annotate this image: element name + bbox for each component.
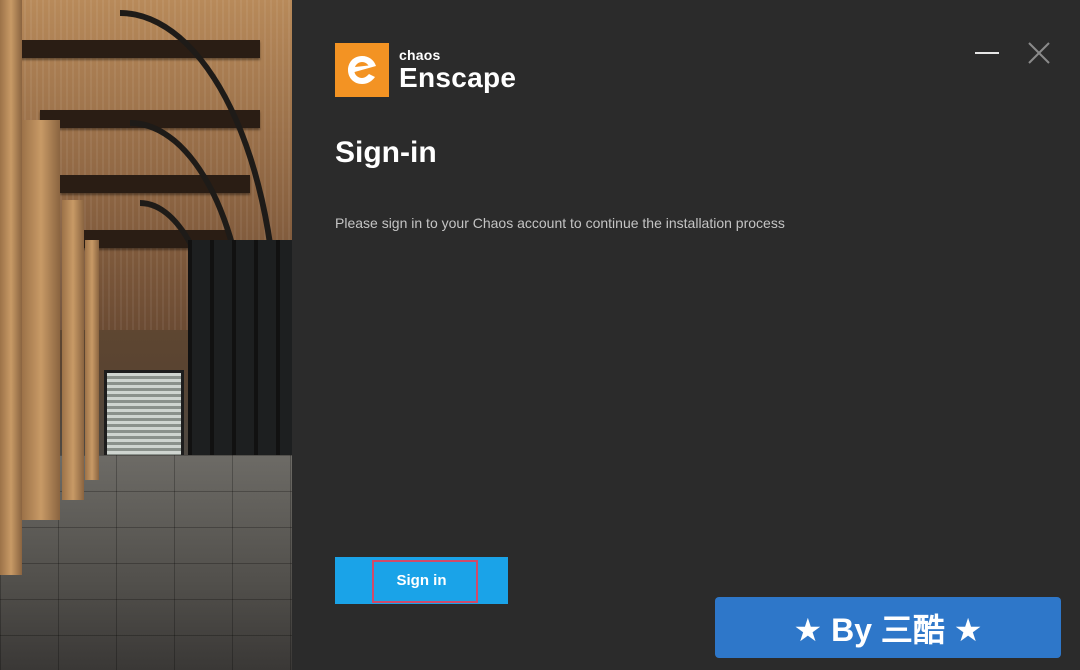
watermark-badge: ★ By 三酷 ★ — [715, 597, 1061, 658]
close-button[interactable] — [1026, 40, 1052, 66]
sign-in-label: Sign in — [396, 572, 447, 589]
enscape-e-icon — [335, 43, 389, 97]
watermark-text: ★ By 三酷 ★ — [793, 611, 983, 648]
hero-column — [85, 240, 99, 480]
sign-in-button[interactable]: Sign in — [335, 557, 508, 604]
hero-image — [0, 0, 292, 670]
window-controls — [974, 40, 1052, 66]
close-icon — [1028, 42, 1050, 64]
minimize-button[interactable] — [974, 40, 1000, 66]
hero-column — [62, 200, 84, 500]
app-logo: chaos Enscape — [335, 43, 516, 97]
brand-product: Enscape — [399, 62, 517, 93]
page-subtitle: Please sign in to your Chaos account to … — [335, 215, 785, 231]
signin-panel: chaos Enscape Sign-in Please sign in to … — [292, 0, 1080, 670]
brand-company: chaos — [399, 47, 441, 63]
page-title: Sign-in — [335, 136, 437, 169]
hero-column — [22, 120, 60, 520]
minimize-icon — [975, 52, 999, 54]
hero-column — [0, 0, 22, 575]
